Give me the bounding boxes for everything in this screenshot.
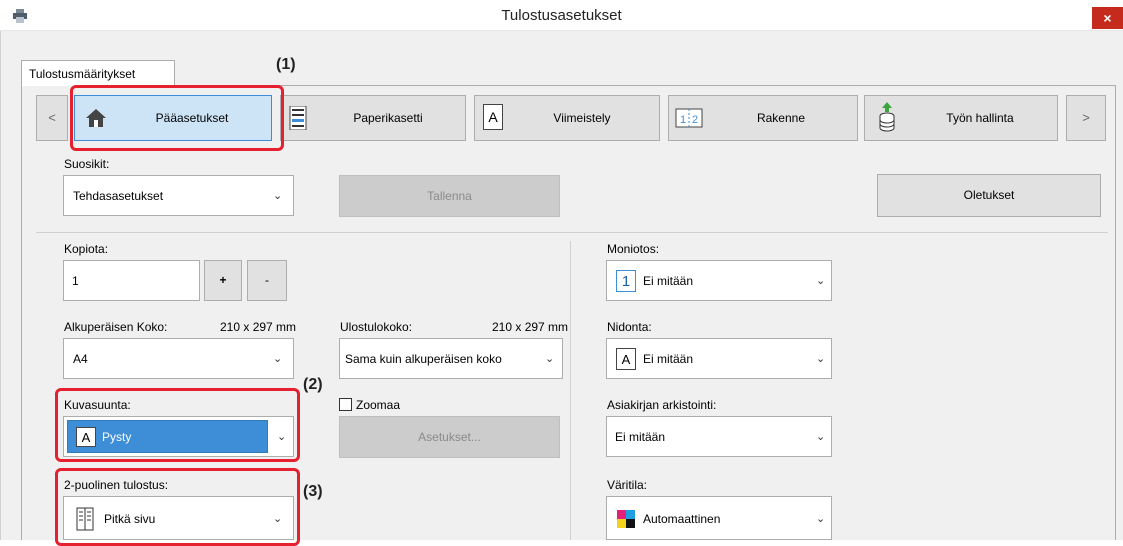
paper-tray-icon — [289, 106, 307, 130]
chevron-down-icon: ⌄ — [816, 513, 826, 525]
copies-minus-button[interactable]: - — [247, 260, 287, 301]
finishing-icon: A — [483, 104, 503, 130]
close-button[interactable]: × — [1092, 7, 1123, 29]
chevron-down-icon: ⌄ — [545, 353, 555, 365]
chevron-left-icon: < — [48, 110, 56, 125]
n-up-select[interactable]: 1 Ei mitään ⌄ — [606, 260, 832, 301]
highlight-box-1 — [70, 85, 284, 151]
tab-label: Rakenne — [756, 111, 806, 125]
color-mode-label: Väritila: — [607, 478, 648, 492]
n-up-label: Moniotos: — [607, 242, 660, 256]
binding-value: Ei mitään — [643, 352, 694, 366]
color-mode-select[interactable]: Automaattinen ⌄ — [606, 496, 832, 540]
n-up-icon: 1 — [616, 270, 636, 292]
zoom-label: Zoomaa — [356, 398, 401, 412]
original-size-dims: 210 x 297 mm — [220, 320, 297, 334]
binding-icon: A — [616, 348, 636, 370]
tab-finishing[interactable]: A Viimeistely — [474, 95, 660, 141]
highlight-box-2 — [55, 388, 300, 462]
binding-select[interactable]: A Ei mitään ⌄ — [606, 338, 832, 379]
copies-value: 1 — [72, 274, 79, 288]
chevron-right-icon: > — [1082, 110, 1090, 125]
n-up-value: Ei mitään — [643, 274, 694, 288]
nav-prev-button[interactable]: < — [36, 95, 68, 141]
tab-print-settings[interactable]: Tulostusmääritykset — [21, 60, 175, 86]
favorites-select[interactable]: Tehdasasetukset ⌄ — [63, 175, 294, 216]
original-size-label: Alkuperäisen Koko: — [64, 320, 168, 334]
output-size-dims: 210 x 297 mm — [492, 320, 569, 334]
zoom-checkbox[interactable] — [339, 398, 352, 411]
copies-input[interactable]: 1 — [63, 260, 200, 301]
favorites-label: Suosikit: — [64, 157, 110, 171]
binding-label: Nidonta: — [607, 320, 652, 334]
chevron-down-icon: ⌄ — [816, 431, 826, 443]
defaults-button[interactable]: Oletukset — [877, 174, 1101, 217]
color-mode-icon — [617, 510, 635, 528]
color-mode-value: Automaattinen — [643, 512, 721, 526]
svg-text:2: 2 — [692, 114, 698, 126]
callout-3: (3) — [303, 483, 323, 500]
tab-label: Viimeistely — [553, 111, 611, 125]
callout-2: (2) — [303, 376, 323, 393]
copies-label: Kopiota: — [64, 242, 109, 256]
zoom-settings-button[interactable]: Asetukset... — [339, 416, 560, 458]
highlight-box-3 — [55, 468, 300, 546]
callout-1: (1) — [276, 56, 296, 73]
tab-label: Paperikasetti — [353, 111, 423, 125]
favorites-value: Tehdasasetukset — [73, 189, 164, 203]
tab-layout[interactable]: 1 2 Rakenne — [668, 95, 858, 141]
original-size-value: A4 — [73, 352, 88, 366]
archiving-label: Asiakirjan arkistointi: — [607, 398, 717, 412]
archiving-select[interactable]: Ei mitään ⌄ — [606, 416, 832, 457]
chevron-down-icon: ⌄ — [816, 275, 826, 287]
divider — [36, 232, 1108, 233]
tab-label: Työn hallinta — [946, 111, 1014, 125]
save-favorite-button[interactable]: Tallenna — [339, 175, 560, 217]
nav-next-button[interactable]: > — [1066, 95, 1106, 141]
chevron-down-icon: ⌄ — [816, 353, 826, 365]
window-title: Tulostusasetukset — [501, 7, 622, 24]
tab-job-handling[interactable]: Työn hallinta — [864, 95, 1058, 141]
column-divider — [570, 241, 571, 540]
svg-text:1: 1 — [680, 114, 686, 126]
tab-paper-tray[interactable]: Paperikasetti — [280, 95, 466, 141]
original-size-select[interactable]: A4 ⌄ — [63, 338, 294, 379]
archiving-value: Ei mitään — [615, 430, 666, 444]
output-size-value: Sama kuin alkuperäisen koko — [345, 352, 502, 366]
chevron-down-icon: ⌄ — [273, 353, 283, 365]
layout-icon: 1 2 — [675, 108, 703, 128]
job-handling-icon — [879, 102, 895, 132]
output-size-label: Ulostulokoko: — [340, 320, 413, 334]
chevron-down-icon: ⌄ — [273, 190, 283, 202]
copies-plus-button[interactable]: + — [204, 260, 242, 301]
output-size-select[interactable]: Sama kuin alkuperäisen koko ⌄ — [339, 338, 563, 379]
